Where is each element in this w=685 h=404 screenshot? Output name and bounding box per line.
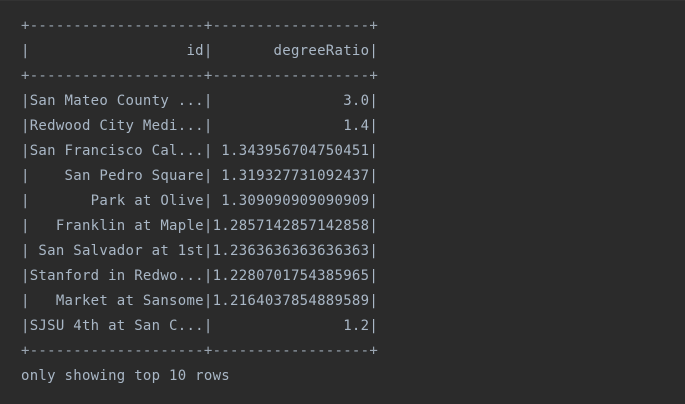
table-row: | Market at Sansome|1.2164037854889589| — [21, 293, 379, 309]
table-output: +--------------------+------------------… — [21, 14, 661, 389]
table-row: | San Pedro Square| 1.319327731092437| — [21, 168, 379, 184]
table-row: |Redwood City Medi...| 1.4| — [21, 118, 379, 134]
table-header: | id| degreeRatio| — [21, 43, 379, 59]
cell-output-area: { "output": { "border_line": "+---------… — [0, 0, 685, 404]
footer-note: only showing top 10 rows — [21, 368, 231, 384]
table-border-header: +--------------------+------------------… — [21, 68, 379, 84]
table-border-bottom: +--------------------+------------------… — [21, 343, 379, 359]
table-row: | Franklin at Maple|1.2857142857142858| — [21, 218, 379, 234]
table-row: |San Mateo County ...| 3.0| — [21, 93, 379, 109]
table-row: |Stanford in Redwo...|1.2280701754385965… — [21, 268, 379, 284]
table-row: | San Salvador at 1st|1.2363636363636363… — [21, 243, 379, 259]
table-row: | Park at Olive| 1.309090909090909| — [21, 193, 379, 209]
top-divider — [0, 0, 685, 1]
table-row: |San Francisco Cal...| 1.343956704750451… — [21, 143, 379, 159]
table-border-top: +--------------------+------------------… — [21, 18, 379, 34]
table-row: |SJSU 4th at San C...| 1.2| — [21, 318, 379, 334]
